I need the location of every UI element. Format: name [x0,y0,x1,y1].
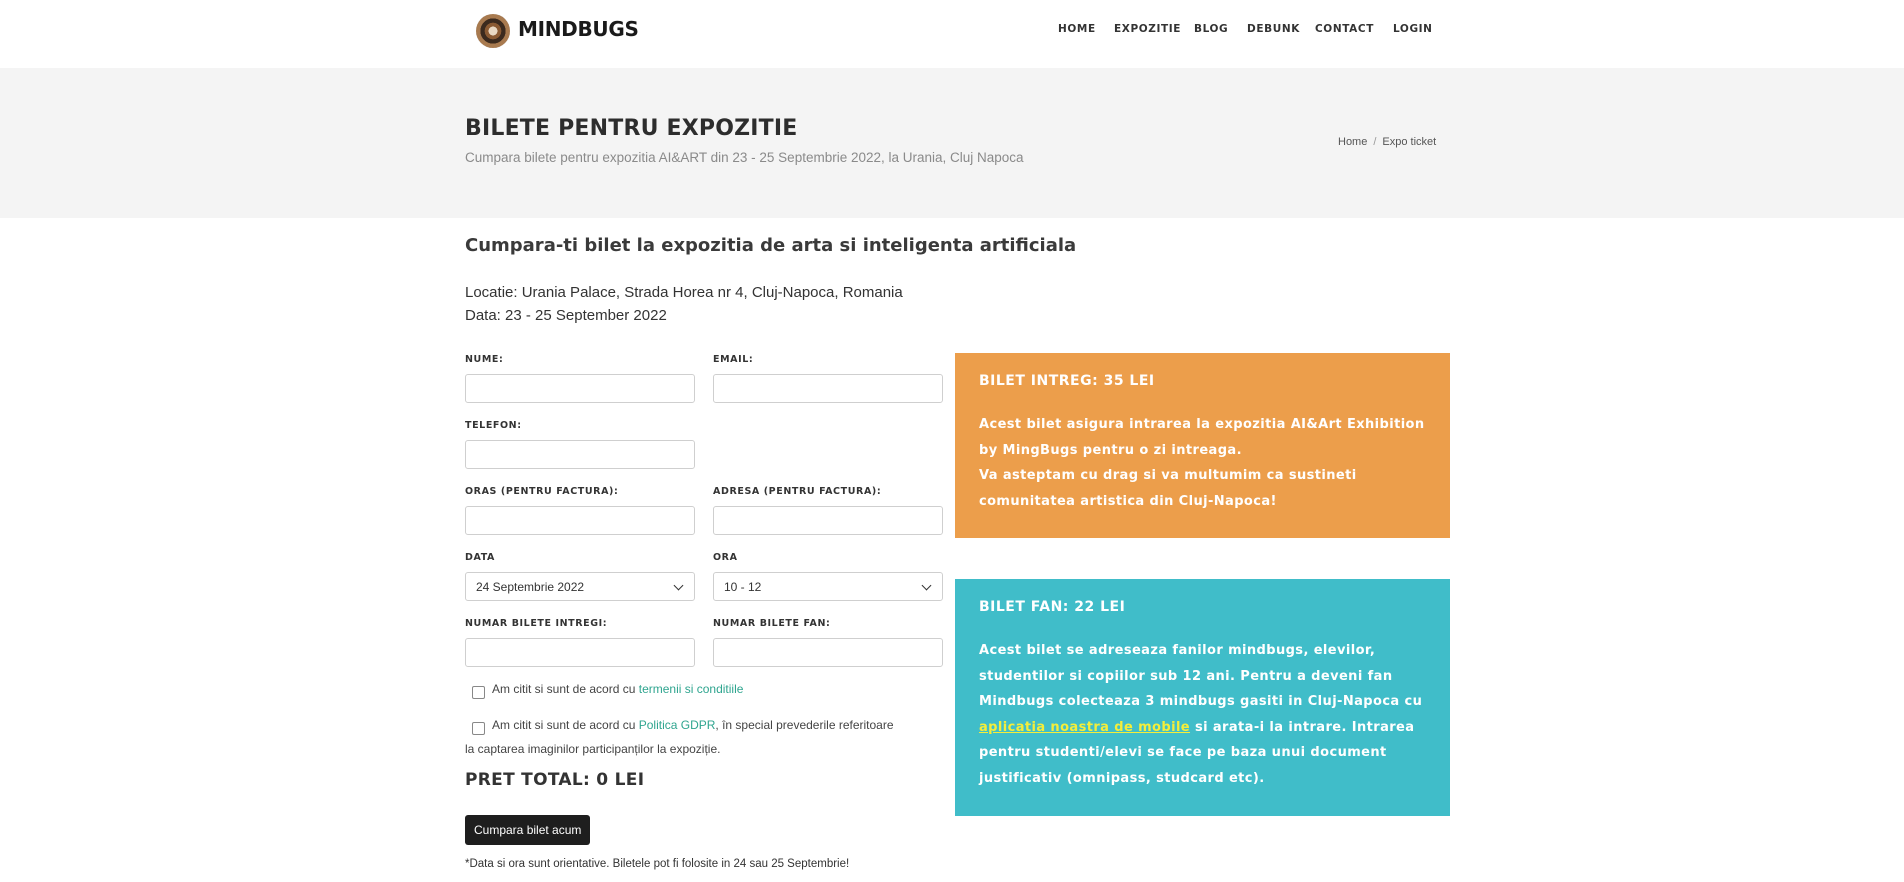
full-tickets-input[interactable] [465,638,695,667]
total-price: PRET TOTAL: 0 LEI [465,770,645,790]
nav-contact[interactable]: CONTACT [1315,23,1374,35]
date-select-value: 24 Septembrie 2022 [476,579,585,594]
email-input[interactable] [713,374,943,403]
fan-ticket-title: BILET FAN: 22 LEI [979,599,1126,615]
event-date: Data: 23 - 25 September 2022 [465,307,667,324]
nav-expozitie[interactable]: EXPOZITIE [1114,23,1181,35]
date-select[interactable]: 24 Septembrie 2022 [465,572,695,601]
city-input[interactable] [465,506,695,535]
phone-input[interactable] [465,440,695,469]
time-select[interactable]: 10 - 12 [713,572,943,601]
nav-home[interactable]: HOME [1058,23,1096,35]
phone-label: TELEFON: [465,420,522,431]
page-title: BILETE PENTRU EXPOZITIE [465,116,798,141]
fan-ticket-box: BILET FAN: 22 LEI Acest bilet se adresea… [955,579,1450,816]
address-label: ADRESA (PENTRU FACTURA): [713,486,882,497]
city-label: ORAS (PENTRU FACTURA): [465,486,619,497]
gdpr-consent-text: Am citit si sunt de acord cu Politica GD… [465,713,905,761]
terms-prefix: Am citit si sunt de acord cu [492,682,639,696]
top-navbar: MINDBUGS HOME EXPOZITIE BLOG DEBUNK CONT… [0,0,1904,68]
nav-login[interactable]: LOGIN [1393,23,1433,35]
full-tickets-label: NUMAR BILETE INTREGI: [465,618,608,629]
nav-blog[interactable]: BLOG [1194,23,1228,35]
full-ticket-title: BILET INTREG: 35 LEI [979,373,1155,389]
fan-tickets-label: NUMAR BILETE FAN: [713,618,831,629]
mobile-app-link[interactable]: aplicatia noastra de mobile [979,720,1190,735]
time-select-value: 10 - 12 [724,579,762,594]
orientative-note: *Data si ora sunt orientative. Biletele … [465,858,850,870]
breadcrumb-home[interactable]: Home [1338,136,1367,148]
full-ticket-description: Acest bilet asigura intrarea la expoziti… [979,412,1426,514]
breadcrumb-current: Expo ticket [1382,136,1437,148]
page-subtitle: Cumpara bilete pentru expozitia AI&ART d… [465,150,1024,165]
breadcrumb: Home / Expo ticket [1338,136,1436,148]
nav-debunk[interactable]: DEBUNK [1247,23,1300,35]
fan-tickets-input[interactable] [713,638,943,667]
terms-consent-text: Am citit si sunt de acord cu termenii si… [492,677,743,701]
name-input[interactable] [465,374,695,403]
full-ticket-text-2: Va asteptam cu drag si va multumim ca su… [979,468,1357,509]
terms-link[interactable]: termenii si conditiile [639,682,744,696]
name-label: NUME: [465,354,504,365]
full-ticket-box: BILET INTREG: 35 LEI Acest bilet asigura… [955,353,1450,538]
mindbugs-logo-icon[interactable] [476,14,510,48]
section-heading: Cumpara-ti bilet la expozitia de arta si… [465,235,1077,256]
chevron-down-icon [921,580,932,591]
fan-ticket-text-before: Acest bilet se adreseaza fanilor mindbug… [979,643,1423,709]
time-label: ORA [713,552,738,563]
brand-name[interactable]: MINDBUGS [518,17,639,41]
page-banner [0,68,1904,218]
address-input[interactable] [713,506,943,535]
event-location: Locatie: Urania Palace, Strada Horea nr … [465,284,903,301]
terms-checkbox[interactable] [472,686,485,699]
gdpr-prefix: Am citit si sunt de acord cu [492,718,639,732]
buy-ticket-button[interactable]: Cumpara bilet acum [465,815,591,845]
fan-ticket-description: Acest bilet se adreseaza fanilor mindbug… [979,638,1426,791]
chevron-down-icon [673,580,684,591]
full-ticket-text-1: Acest bilet asigura intrarea la expoziti… [979,417,1425,458]
breadcrumb-separator: / [1373,136,1377,148]
gdpr-link[interactable]: Politica GDPR [639,718,716,732]
date-label: DATA [465,552,495,563]
email-label: EMAIL: [713,354,754,365]
